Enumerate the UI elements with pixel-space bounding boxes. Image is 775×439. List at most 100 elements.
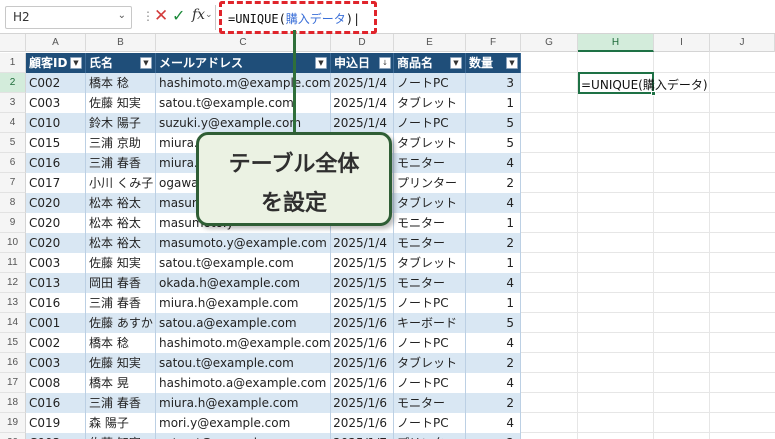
cell-customer-id[interactable]: C015 (26, 133, 86, 153)
cell-product[interactable]: タブレット (394, 93, 466, 113)
row-header-16[interactable]: 16 (0, 353, 26, 373)
cell-name[interactable]: 橋本 晃 (86, 373, 156, 393)
cell-quantity[interactable]: 4 (466, 153, 521, 173)
cell-product[interactable]: キーボード (394, 313, 466, 333)
row-header-14[interactable]: 14 (0, 313, 26, 333)
cell-date[interactable]: 2025/1/5 (331, 273, 394, 293)
filter-dropdown-icon[interactable]: ▼ (506, 57, 518, 69)
cell-name[interactable]: 三浦 春香 (86, 293, 156, 313)
cell-name[interactable]: 鈴木 陽子 (86, 113, 156, 133)
cell-name[interactable]: 佐藤 知実 (86, 433, 156, 439)
cell-name[interactable]: 佐藤 知実 (86, 93, 156, 113)
cell-date[interactable]: 2025/1/6 (331, 333, 394, 353)
cell-customer-id[interactable]: C016 (26, 293, 86, 313)
cell-product[interactable]: モニター (394, 393, 466, 413)
cell-date[interactable]: 2025/1/7 (331, 433, 394, 439)
cell-quantity[interactable]: 5 (466, 113, 521, 133)
cell-customer-id[interactable]: C003 (26, 253, 86, 273)
fill-handle[interactable] (651, 91, 656, 96)
cancel-icon[interactable]: ✕ (154, 6, 168, 26)
cell-date[interactable]: 2025/1/5 (331, 293, 394, 313)
cell-email[interactable]: masumoto.y@example.com (156, 233, 331, 253)
enter-check-icon[interactable]: ✓ (172, 6, 185, 26)
cell-email[interactable]: satou.t@example.com (156, 93, 331, 113)
cell-date[interactable]: 2025/1/4 (331, 93, 394, 113)
cell-product[interactable]: プリンター (394, 173, 466, 193)
cell-date[interactable]: 2025/1/6 (331, 373, 394, 393)
filter-dropdown-icon[interactable]: ▼ (70, 57, 82, 69)
cell-name[interactable]: 松本 裕太 (86, 233, 156, 253)
cell-customer-id[interactable]: C013 (26, 273, 86, 293)
column-header-h[interactable]: H (578, 34, 654, 52)
row-header-6[interactable]: 6 (0, 153, 26, 173)
cell-name[interactable]: 岡田 春香 (86, 273, 156, 293)
cell-customer-id[interactable]: C019 (26, 413, 86, 433)
row-header-8[interactable]: 8 (0, 193, 26, 213)
cell-name[interactable]: 松本 裕太 (86, 193, 156, 213)
cell-name[interactable]: 三浦 春香 (86, 153, 156, 173)
cell-customer-id[interactable]: C002 (26, 73, 86, 93)
chevron-down-icon[interactable]: ⌄ (118, 10, 126, 21)
column-header-i[interactable]: I (654, 34, 710, 52)
cell-name[interactable]: 佐藤 知実 (86, 353, 156, 373)
cell-date[interactable]: 2025/1/6 (331, 413, 394, 433)
cell-customer-id[interactable]: C016 (26, 393, 86, 413)
cell-name[interactable]: 小川 くみ子 (86, 173, 156, 193)
cell-product[interactable]: タブレット (394, 353, 466, 373)
cell-quantity[interactable]: 2 (466, 433, 521, 439)
column-header-e[interactable]: E (394, 34, 466, 52)
cell-product[interactable]: ノートPC (394, 333, 466, 353)
cell-quantity[interactable]: 2 (466, 173, 521, 193)
cell-customer-id[interactable]: C020 (26, 193, 86, 213)
cell-product[interactable]: モニター (394, 153, 466, 173)
filter-dropdown-icon[interactable]: ▼ (450, 57, 462, 69)
row-header-15[interactable]: 15 (0, 333, 26, 353)
cell-customer-id[interactable]: C003 (26, 93, 86, 113)
cell-quantity[interactable]: 5 (466, 313, 521, 333)
cell-email[interactable]: suzuki.y@example.com (156, 113, 331, 133)
column-header-g[interactable]: G (521, 34, 578, 52)
cell-product[interactable]: ノートPC (394, 113, 466, 133)
row-header-3[interactable]: 3 (0, 93, 26, 113)
cell-email[interactable]: miura.h@example.com (156, 293, 331, 313)
row-header-19[interactable]: 19 (0, 413, 26, 433)
cell-customer-id[interactable]: C020 (26, 213, 86, 233)
cell-name[interactable]: 橋本 稔 (86, 73, 156, 93)
row-header-9[interactable]: 9 (0, 213, 26, 233)
cell-date[interactable]: 2025/1/6 (331, 353, 394, 373)
cell-name[interactable]: 佐藤 あすか (86, 313, 156, 333)
row-header-10[interactable]: 10 (0, 233, 26, 253)
cell-quantity[interactable]: 5 (466, 133, 521, 153)
column-header-j[interactable]: J (710, 34, 775, 52)
row-header-17[interactable]: 17 (0, 373, 26, 393)
cell-product[interactable]: タブレット (394, 133, 466, 153)
cell-date[interactable]: 2025/1/4 (331, 113, 394, 133)
cell-quantity[interactable]: 1 (466, 253, 521, 273)
cell-product[interactable]: プリンター (394, 433, 466, 439)
cell-quantity[interactable]: 4 (466, 273, 521, 293)
cell-product[interactable]: タブレット (394, 253, 466, 273)
row-header-1[interactable]: 1 (0, 53, 26, 73)
cell-date[interactable]: 2025/1/6 (331, 313, 394, 333)
cell-customer-id[interactable]: C003 (26, 353, 86, 373)
cell-email[interactable]: okada.h@example.com (156, 273, 331, 293)
cell-customer-id[interactable]: C010 (26, 113, 86, 133)
insert-function-icon[interactable]: fx (192, 7, 205, 23)
name-box[interactable]: H2 ⌄ (5, 6, 132, 29)
cell-email[interactable]: hashimoto.m@example.com (156, 333, 331, 353)
filter-dropdown-icon[interactable]: ▼ (315, 57, 327, 69)
column-header-a[interactable]: A (26, 34, 86, 52)
row-header-18[interactable]: 18 (0, 393, 26, 413)
cell-name[interactable]: 三浦 京助 (86, 133, 156, 153)
row-header-12[interactable]: 12 (0, 273, 26, 293)
cell-name[interactable]: 松本 裕太 (86, 213, 156, 233)
cell-email[interactable]: satou.t@example.com (156, 253, 331, 273)
cell-customer-id[interactable]: C002 (26, 333, 86, 353)
cell-quantity[interactable]: 4 (466, 333, 521, 353)
cell-email[interactable]: satou.a@example.com (156, 313, 331, 333)
cell-email[interactable]: satou.t@example.com (156, 353, 331, 373)
cell-email[interactable]: miura.h@example.com (156, 393, 331, 413)
column-header-d[interactable]: D (331, 34, 394, 52)
cell-quantity[interactable]: 2 (466, 393, 521, 413)
cell-quantity[interactable]: 2 (466, 353, 521, 373)
